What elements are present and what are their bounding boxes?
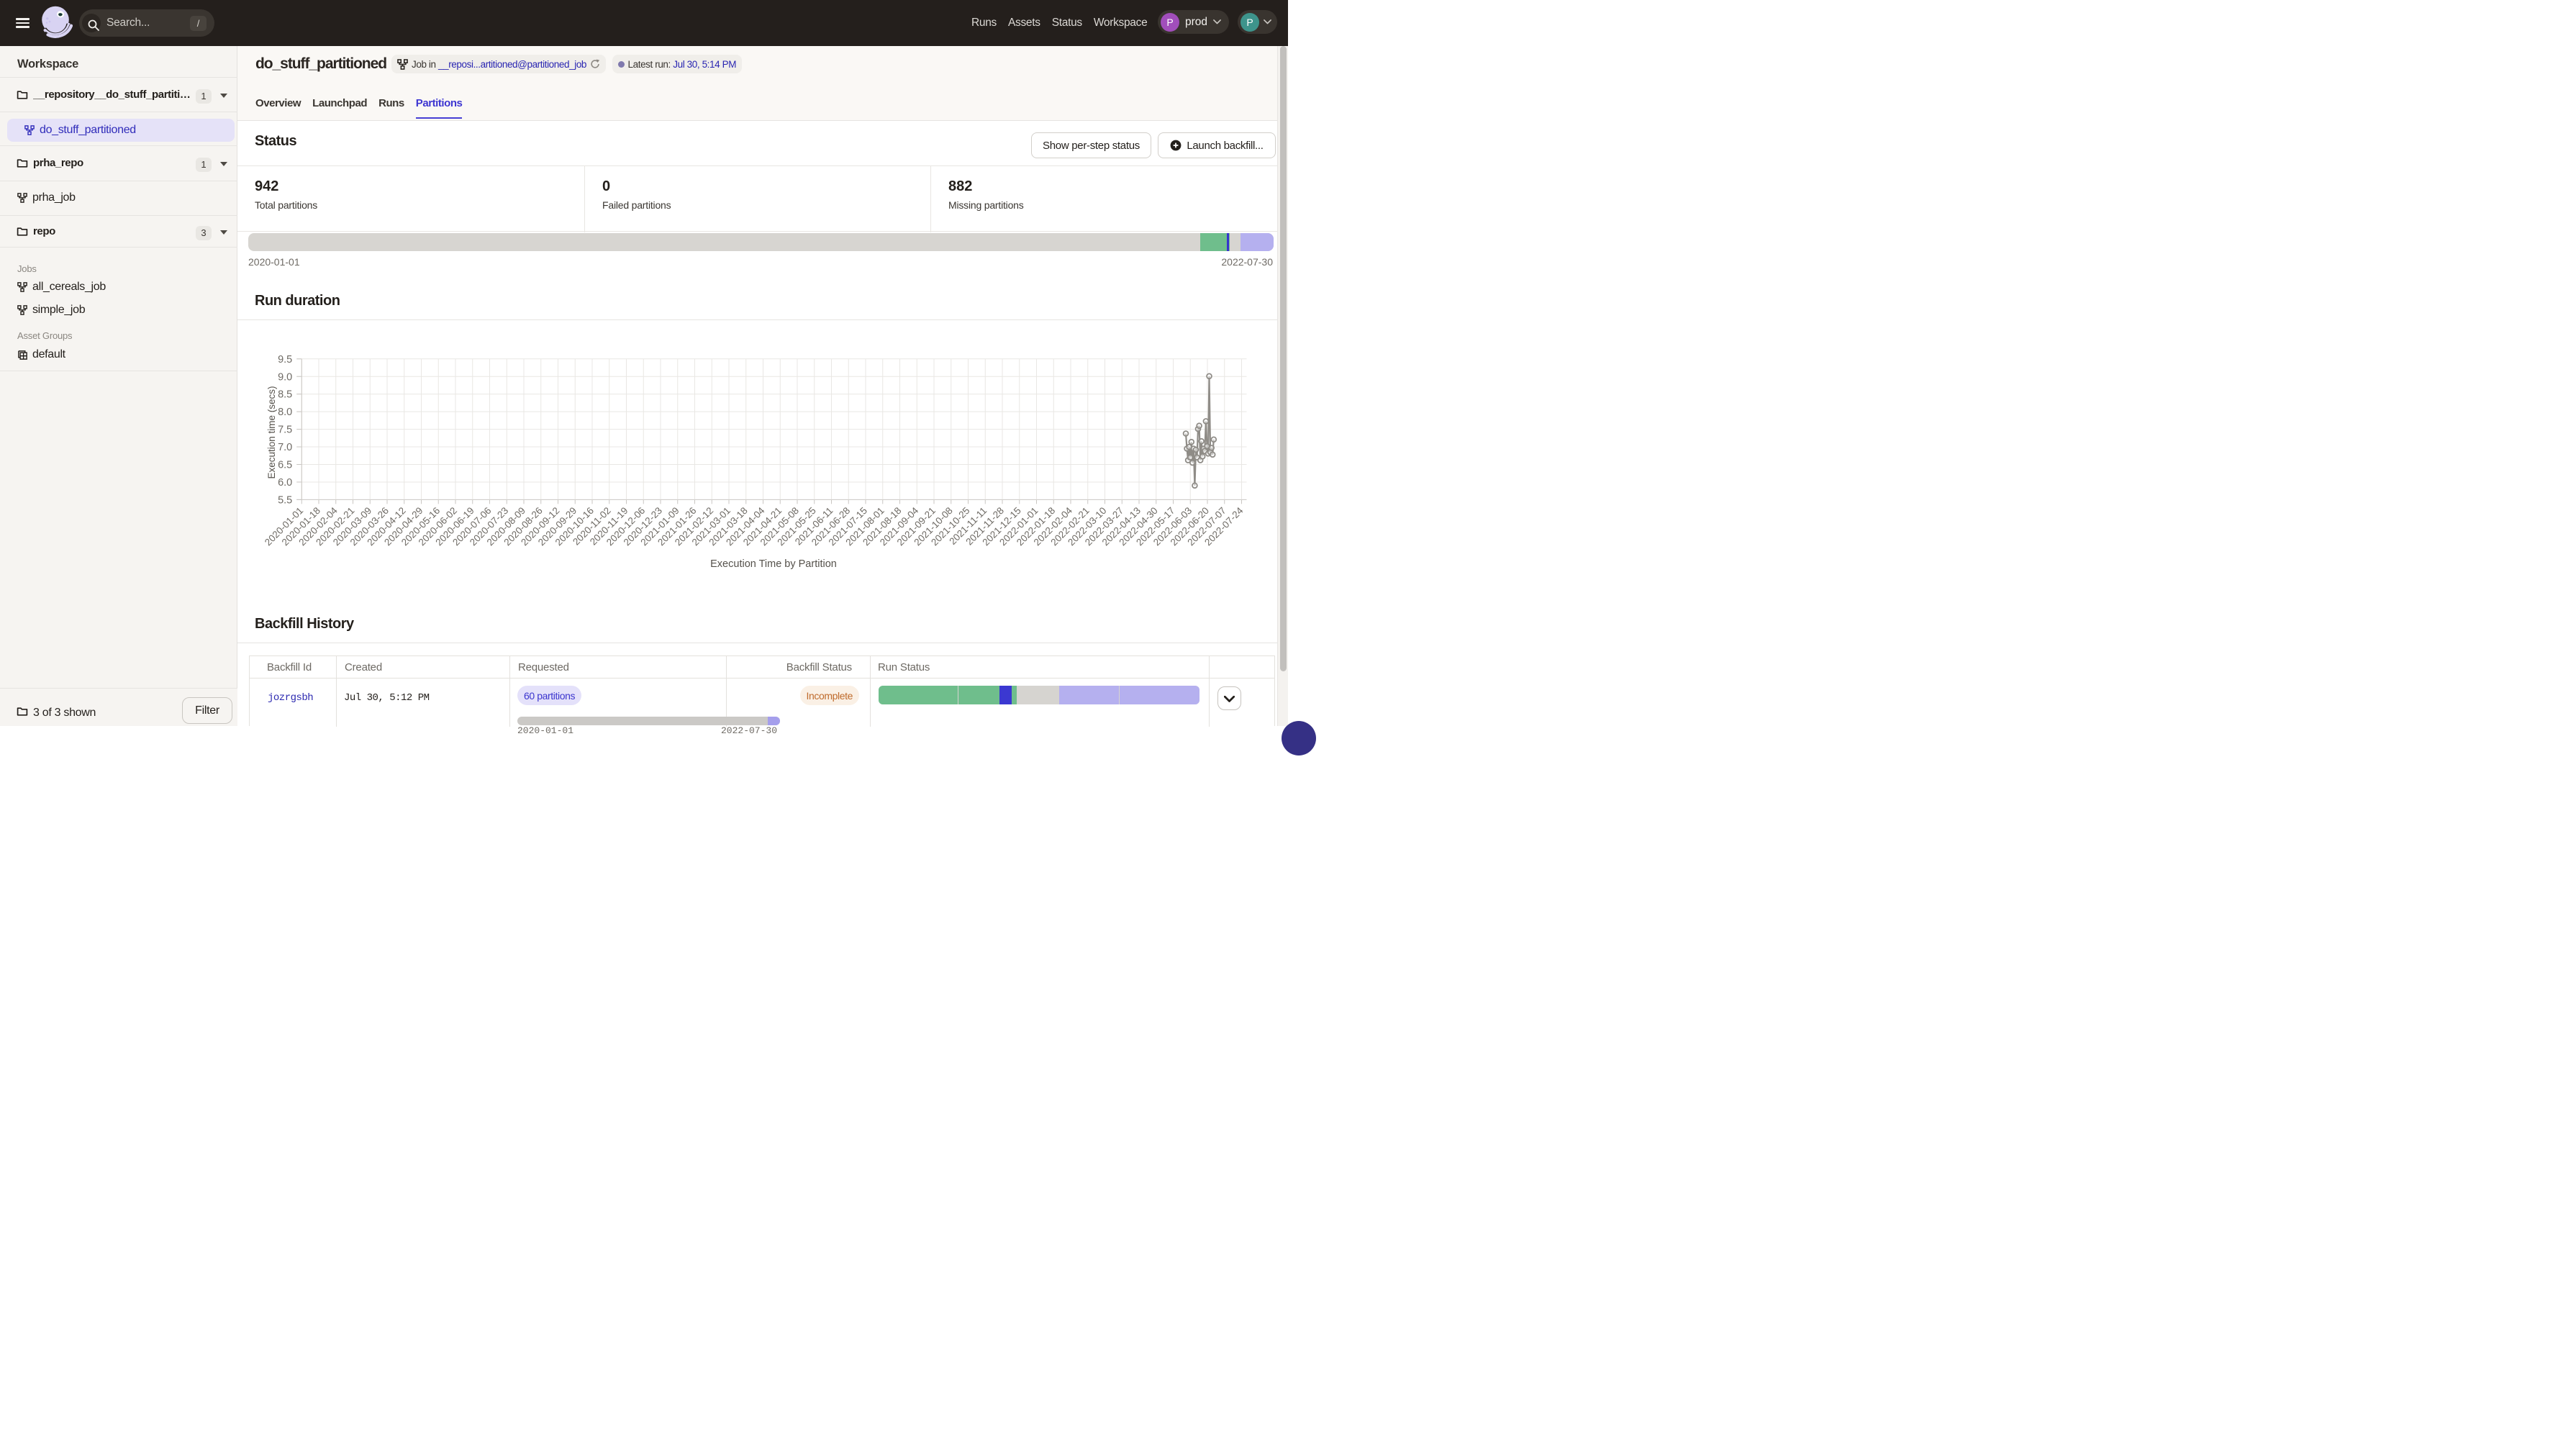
svg-text:5.5: 5.5: [278, 494, 292, 506]
svg-text:Execution time (secs): Execution time (secs): [266, 386, 277, 478]
svg-text:Execution Time by Partition: Execution Time by Partition: [710, 558, 837, 570]
svg-text:6.0: 6.0: [278, 477, 292, 489]
svg-text:8.5: 8.5: [278, 389, 292, 401]
svg-text:7.0: 7.0: [278, 442, 292, 453]
svg-text:7.5: 7.5: [278, 425, 292, 436]
svg-text:9.0: 9.0: [278, 371, 292, 383]
svg-text:9.5: 9.5: [278, 354, 292, 366]
svg-text:6.5: 6.5: [278, 460, 292, 471]
svg-text:8.0: 8.0: [278, 407, 292, 418]
